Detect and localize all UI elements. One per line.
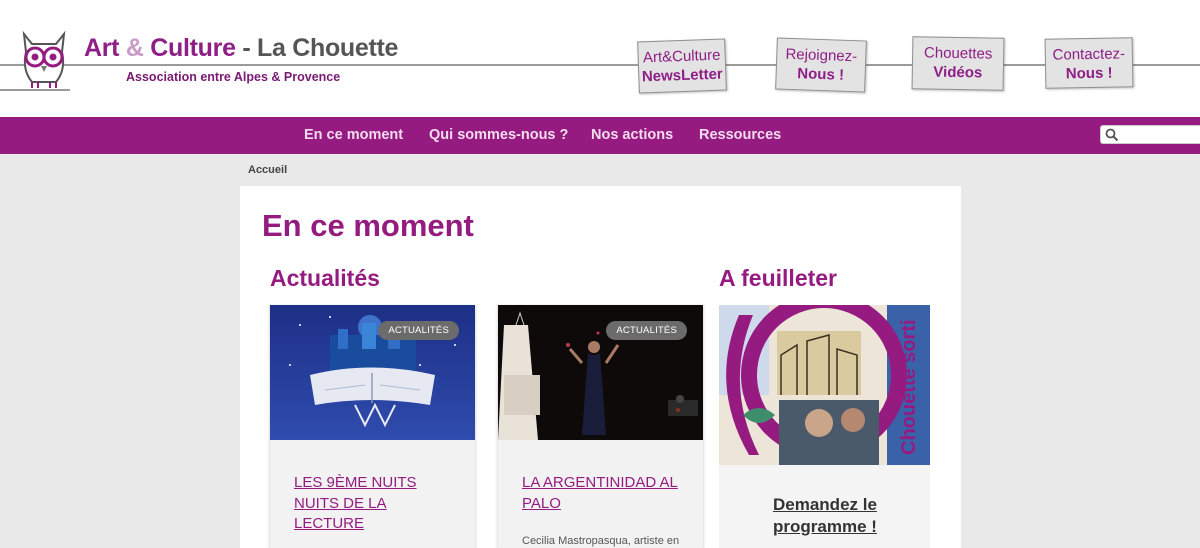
newsletter-button[interactable]: Art&Culture NewsLetter xyxy=(637,38,727,94)
programme-cover-image[interactable]: Chouette sorti xyxy=(719,305,930,465)
site-subtitle: Association entre Alpes & Provence xyxy=(126,70,345,84)
feuilleter-heading: A feuilleter xyxy=(719,265,838,291)
main-content: En ce moment Actualités A feuilleter ACT… xyxy=(240,186,961,548)
card-title-link[interactable]: LES 9ÈME NUITS NUITS DE LA LECTURE xyxy=(294,473,459,535)
nav-item-qui-sommes-nous[interactable]: Qui sommes-nous ? xyxy=(429,127,568,143)
nav-item-ressources[interactable]: Ressources xyxy=(699,127,781,143)
category-badge[interactable]: ACTUALITÉS xyxy=(378,321,459,340)
search-input[interactable] xyxy=(1100,125,1200,144)
card-image-night-reading[interactable]: ACTUALITÉS xyxy=(270,305,475,440)
nav-item-en-ce-moment[interactable]: En ce moment xyxy=(304,127,403,143)
videos-button[interactable]: Chouettes Vidéos xyxy=(911,36,1005,91)
actualites-heading: Actualités xyxy=(270,265,380,291)
programme-link[interactable]: Demandez le programme ! xyxy=(773,494,893,538)
feuilleter-card[interactable]: Chouette sorti Demandez le programme ! xyxy=(719,305,930,548)
contact-button[interactable]: Contactez- Nous ! xyxy=(1044,37,1134,89)
main-nav: En ce moment Qui sommes-nous ? Nos actio… xyxy=(0,117,1200,154)
svg-text:Chouette sorti: Chouette sorti xyxy=(898,319,920,455)
news-card[interactable]: ACTUALITÉS LA ARGENTINIDAD AL PALO Cecil… xyxy=(498,305,703,548)
news-card[interactable]: ACTUALITÉS LES 9ÈME NUITS NUITS DE LA LE… xyxy=(270,305,475,548)
breadcrumb[interactable]: Accueil xyxy=(248,164,287,176)
owl-logo-icon[interactable] xyxy=(18,30,70,92)
card-excerpt: Cecilia Mastropasqua, artiste en xyxy=(522,535,680,547)
card-image-performer[interactable]: ACTUALITÉS xyxy=(498,305,703,440)
nav-item-nos-actions[interactable]: Nos actions xyxy=(591,127,673,143)
card-title-link[interactable]: LA ARGENTINIDAD AL PALO xyxy=(522,473,687,514)
category-badge[interactable]: ACTUALITÉS xyxy=(606,321,687,340)
search-icon xyxy=(1105,128,1119,142)
site-title[interactable]: Art & Culture - La Chouette xyxy=(84,34,403,63)
join-us-button[interactable]: Rejoignez- Nous ! xyxy=(775,37,867,93)
page-title: En ce moment xyxy=(262,208,474,243)
header-divider xyxy=(0,64,1200,66)
site-header: Art & Culture - La Chouette Association … xyxy=(0,0,1200,117)
